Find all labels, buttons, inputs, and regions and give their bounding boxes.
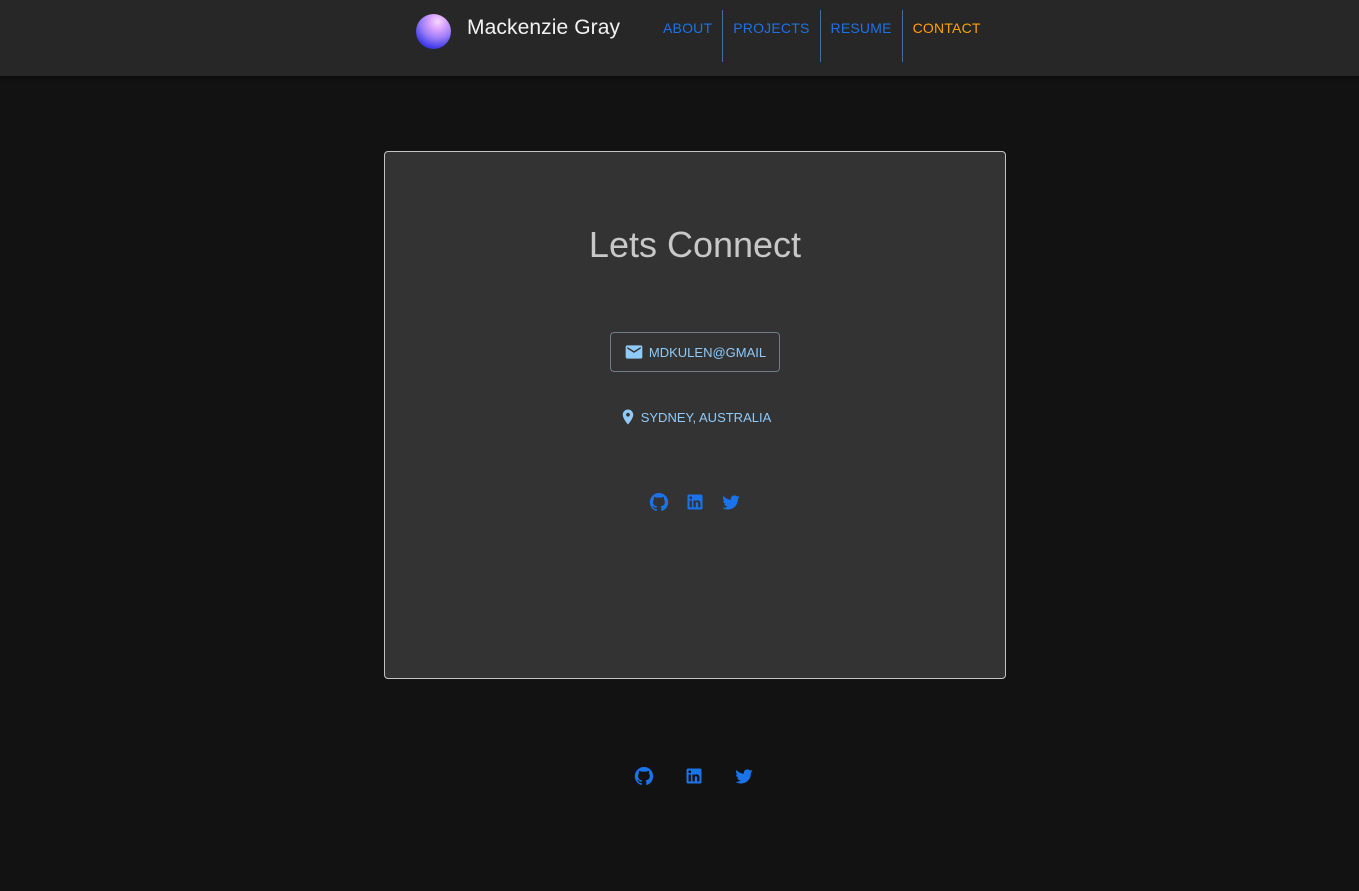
nav-about[interactable]: ABOUT [653, 10, 722, 62]
mail-icon [624, 342, 644, 362]
twitter-icon [734, 766, 754, 786]
footer-github-link[interactable] [634, 766, 654, 786]
nav-resume[interactable]: RESUME [821, 10, 902, 62]
card-social-links [649, 492, 741, 512]
location-pin-icon [619, 408, 637, 426]
page-title: Lets Connect [588, 224, 802, 265]
linkedin-link[interactable] [685, 492, 705, 512]
linkedin-icon [685, 492, 705, 512]
github-link[interactable] [649, 492, 669, 512]
twitter-icon [721, 492, 741, 512]
brand-home-link[interactable]: Mackenzie Gray [416, 13, 620, 49]
logo-icon [416, 13, 451, 49]
email-button[interactable]: MDKULEN@GMAIL [610, 332, 780, 372]
footer-linkedin-link[interactable] [684, 766, 704, 786]
app-bar: Mackenzie Gray ABOUT PROJECTS RESUME CON… [0, 0, 1359, 76]
contact-card: Lets Connect MDKULEN@GMAIL SYDNEY, AUSTR… [384, 151, 1006, 679]
footer-social-links [634, 766, 754, 786]
twitter-link[interactable] [721, 492, 741, 512]
footer-twitter-link[interactable] [734, 766, 754, 786]
main-nav: ABOUT PROJECTS RESUME CONTACT [653, 10, 991, 62]
email-label: MDKULEN@GMAIL [648, 344, 767, 360]
brand-name: Mackenzie Gray [467, 16, 621, 39]
github-icon [649, 492, 669, 512]
location-label: SYDNEY, AUSTRALIA [640, 409, 772, 425]
nav-projects[interactable]: PROJECTS [723, 10, 819, 62]
nav-contact[interactable]: CONTACT [903, 10, 991, 62]
github-icon [634, 766, 654, 786]
linkedin-icon [684, 766, 704, 786]
location: SYDNEY, AUSTRALIA [385, 408, 1005, 426]
